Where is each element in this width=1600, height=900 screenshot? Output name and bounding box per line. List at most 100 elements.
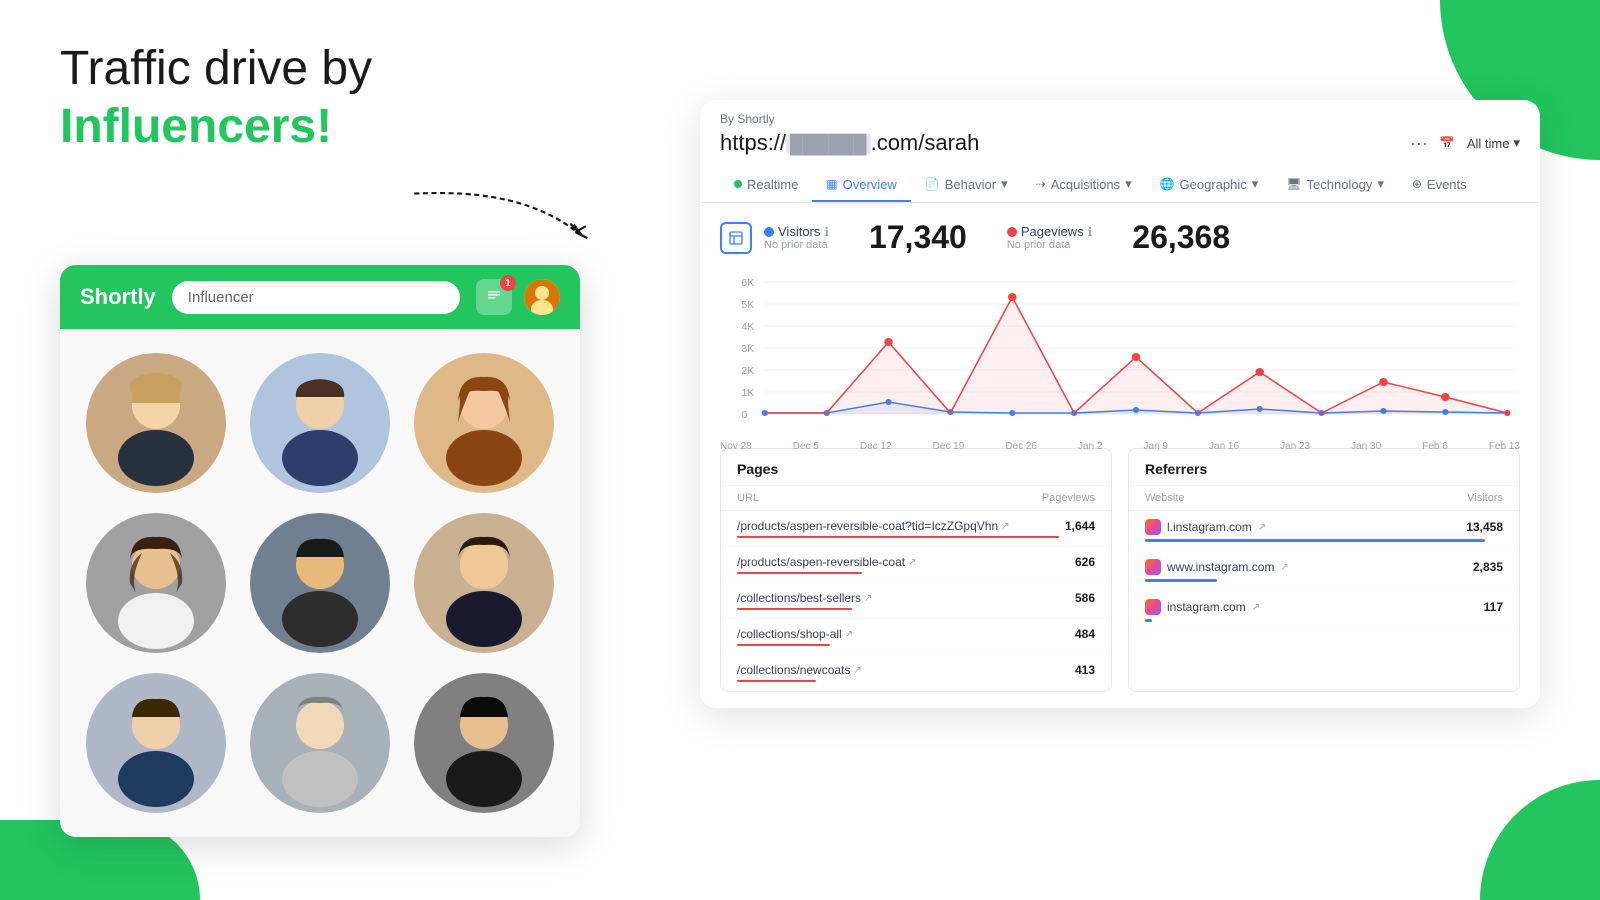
pages-row-1: /products/aspen-reversible-coat?tid=IczZ… [721,511,1111,547]
instagram-icon-3 [1145,599,1161,615]
svg-text:6K: 6K [741,278,754,289]
arrow-decoration [60,185,640,245]
instagram-icon-1 [1145,519,1161,535]
referrers-table-header: Website Visitors [1129,486,1519,511]
page-headline: Traffic drive by Influencers! [60,40,640,155]
svg-text:2K: 2K [741,366,754,377]
acquisitions-icon: ⇢ [1036,177,1046,191]
referrers-row-3: instagram.com ↗ 117 [1129,591,1519,631]
referrer-bar-3 [1145,619,1152,622]
influencer-avatar-8[interactable] [250,673,390,813]
analytics-body: Visitors ℹ No prior data 17,340 Pageview… [700,203,1540,708]
shortly-app-mockup: Shortly 1 [60,265,580,837]
pages-panel: Pages URL Pageviews /products/aspen-reve… [720,448,1112,692]
chevron-down-icon-geographic: ▾ [1252,176,1259,192]
influencer-avatar-7[interactable] [86,673,226,813]
chevron-down-icon: ▾ [1513,135,1520,151]
referrers-row-1: l.instagram.com ↗ 13,458 [1129,511,1519,551]
visitors-dot [764,227,774,237]
chevron-down-icon-acquisitions: ▾ [1125,176,1132,192]
external-link-icon: ↗ [1001,521,1009,532]
notification-badge: 1 [500,275,516,291]
analytics-nav: Realtime ▦ Overview 📄 Behavior ▾ ⇢ Acqui… [720,168,1520,202]
pages-title: Pages [721,449,1111,486]
nav-geographic[interactable]: 🌐 Geographic ▾ [1146,168,1273,202]
chevron-down-icon-technology: ▾ [1377,176,1384,192]
pages-bar-1 [737,536,1059,538]
visitors-column-header: Visitors [1467,492,1503,504]
external-link-icon: ↗ [853,665,861,676]
realtime-indicator [734,180,742,188]
pages-bar-2 [737,572,862,574]
pages-bar-4 [737,644,830,646]
referrer-bar-2 [1145,579,1217,582]
search-input[interactable] [172,281,460,314]
globe-icon: 🌐 [1160,177,1175,191]
svg-text:0: 0 [741,410,747,421]
pages-row-3: /collections/best-sellers ↗ 586 [721,583,1111,619]
pages-row-2: /products/aspen-reversible-coat ↗ 626 [721,547,1111,583]
visitors-icon [720,222,752,254]
page-icon: 📄 [925,177,940,191]
pageviews-value: 26,368 [1132,219,1230,256]
svg-text:5K: 5K [741,300,754,311]
external-link-icon: ↗ [1258,522,1266,533]
referrers-title: Referrers [1129,449,1519,486]
metrics-row: Visitors ℹ No prior data 17,340 Pageview… [720,219,1520,256]
referrers-panel: Referrers Website Visitors l.instagram.c… [1128,448,1520,692]
nav-behavior[interactable]: 📄 Behavior ▾ [911,168,1022,202]
influencer-avatar-9[interactable] [414,673,554,813]
analytics-url-actions: ··· 📅 All time ▾ [1410,133,1520,154]
notification-button[interactable]: 1 [476,279,512,315]
influencer-avatar-6[interactable] [414,513,554,653]
analytics-url-bar: https://██████.com/sarah ··· 📅 All time … [720,130,1520,156]
visitors-value: 17,340 [869,219,967,256]
svg-text:1K: 1K [741,388,754,399]
pages-row-5: /collections/newcoats ↗ 413 [721,655,1111,691]
pageviews-metric: Pageviews ℹ No prior data [1007,224,1092,251]
referrers-row-2: www.instagram.com ↗ 2,835 [1129,551,1519,591]
chevron-down-icon-behavior: ▾ [1001,176,1008,192]
external-link-icon: ↗ [1252,602,1260,613]
website-column-header: Website [1145,492,1185,504]
nav-realtime[interactable]: Realtime [720,169,812,202]
user-avatar[interactable] [524,279,560,315]
shortly-header: Shortly 1 [60,265,580,329]
influencer-grid [60,329,580,837]
pages-row-4: /collections/shop-all ↗ 484 [721,619,1111,655]
time-filter-button[interactable]: All time ▾ [1467,135,1520,151]
pages-bar-3 [737,608,852,610]
pageviews-dot [1007,227,1017,237]
influencer-avatar-4[interactable] [86,513,226,653]
chart-x-labels: Nov 28 Dec 5 Dec 12 Dec 19 Dec 26 Jan 2 … [720,441,1520,452]
referrer-bar-1 [1145,539,1485,542]
nav-acquisitions[interactable]: ⇢ Acquisitions ▾ [1022,168,1146,202]
external-link-icon: ↗ [845,629,853,640]
instagram-icon-2 [1145,559,1161,575]
influencer-avatar-2[interactable] [250,353,390,493]
more-options-button[interactable]: ··· [1410,133,1428,154]
svg-text:3K: 3K [741,344,754,355]
url-column-header: URL [737,492,759,504]
nav-events[interactable]: ⊕ Events [1398,169,1481,202]
nav-technology[interactable]: 🖥 Technology ▾ [1272,168,1398,202]
analytics-header: By Shortly https://██████.com/sarah ··· … [700,100,1540,203]
analytics-url-text: https://██████.com/sarah [720,130,1410,156]
chart-icon: ▦ [826,177,837,191]
nav-overview[interactable]: ▦ Overview [812,169,911,202]
external-link-icon: ↗ [864,593,872,604]
influencer-avatar-1[interactable] [86,353,226,493]
analytics-chart: 6K 5K 4K 3K 2K 1K 0 [720,272,1520,432]
bottom-panels: Pages URL Pageviews /products/aspen-reve… [720,448,1520,692]
shortly-action-icons: 1 [476,279,560,315]
events-icon: ⊕ [1412,177,1422,191]
shortly-logo: Shortly [80,284,156,310]
monitor-icon: 🖥 [1286,177,1301,191]
analytics-source: By Shortly [720,112,1520,126]
external-link-icon: ↗ [1280,562,1288,573]
pageviews-column-header: Pageviews [1042,492,1095,504]
influencer-avatar-3[interactable] [414,353,554,493]
pages-table-header: URL Pageviews [721,486,1111,511]
svg-text:4K: 4K [741,322,754,333]
influencer-avatar-5[interactable] [250,513,390,653]
